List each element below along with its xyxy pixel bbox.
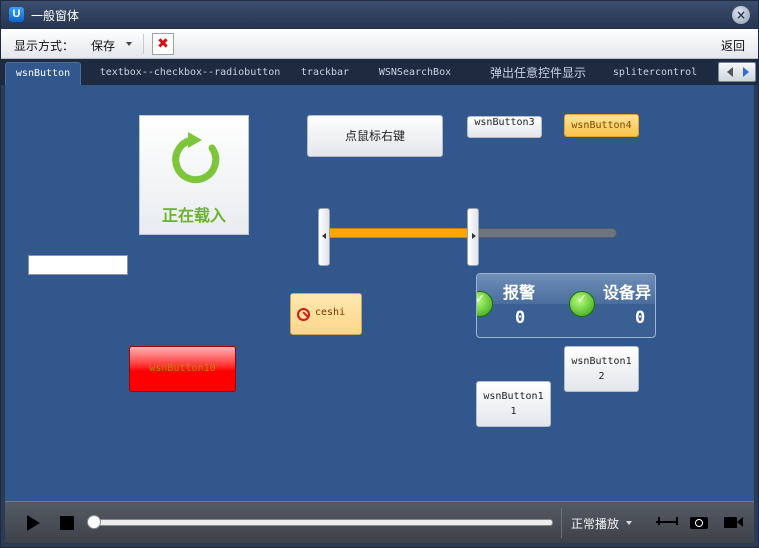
play-icon[interactable] <box>27 515 40 531</box>
trackbar-fill <box>325 228 475 238</box>
alarm-label: 报警 <box>503 283 536 302</box>
tab-bar: wsnButton textbox--checkbox--radiobutton… <box>1 59 758 85</box>
text-input[interactable] <box>28 255 128 275</box>
tab-splitercontrol[interactable]: splitercontrol <box>606 62 704 85</box>
tab-textbox-checkbox-radiobutton[interactable]: textbox--checkbox--radiobutton <box>93 62 287 85</box>
media-player-bar: 正常播放 <box>5 501 754 543</box>
loading-button[interactable]: 正在载入 <box>139 115 249 235</box>
arrow-right-icon[interactable] <box>743 67 749 77</box>
forbidden-icon <box>297 308 310 321</box>
device-abnormal-count: 0 <box>635 308 646 328</box>
chevron-down-icon[interactable] <box>626 521 632 525</box>
tab-wsnsearchbox[interactable]: WSNSearchBox <box>373 62 457 85</box>
progress-track[interactable] <box>88 519 553 526</box>
tab-wsnbutton[interactable]: wsnButton <box>5 62 81 85</box>
playback-mode-dropdown[interactable]: 正常播放 <box>571 515 619 532</box>
loading-text: 正在载入 <box>161 206 226 225</box>
save-dropdown[interactable]: 保存 <box>91 37 115 54</box>
wsn-button-10[interactable]: wsnButton10 <box>129 346 236 392</box>
toolbar: 显示方式： 保存 ✖ 返回 <box>1 29 758 59</box>
display-mode-label: 显示方式： <box>14 39 75 53</box>
player-divider <box>561 508 562 538</box>
wsn-button-12[interactable]: wsnButton1 2 <box>564 346 639 392</box>
toolbar-divider <box>143 34 144 54</box>
arrow-left-icon[interactable] <box>727 67 733 77</box>
check-icon: ✓ <box>569 291 595 317</box>
right-click-button[interactable]: 点鼠标右键 <box>307 115 443 157</box>
tab-trackbar[interactable]: trackbar <box>293 62 357 85</box>
close-icon[interactable]: ✖ <box>152 33 174 55</box>
tab-scroll-buttons[interactable] <box>718 62 756 82</box>
trackbar-max-handle[interactable] <box>467 208 479 266</box>
refresh-icon <box>172 132 220 184</box>
ceshi-label: ceshi <box>315 307 346 318</box>
trackbar-min-handle[interactable] <box>318 208 330 266</box>
alarm-count: 0 <box>515 308 526 328</box>
tab-popup-any-control[interactable]: 弹出任意控件显示 <box>485 62 591 85</box>
arrow-left-icon <box>322 233 326 239</box>
progress-knob[interactable] <box>87 515 101 529</box>
tab-content-panel: 正在载入 点鼠标右键 wsnButton3 wsnButton4 ✓ 报警 0 … <box>5 85 754 501</box>
stop-icon[interactable] <box>60 516 74 530</box>
back-button[interactable]: 返回 <box>721 37 745 54</box>
title-bar: U 一般窗体 × <box>1 1 758 29</box>
app-logo-icon: U <box>9 7 24 22</box>
main-window: U 一般窗体 × 显示方式： 保存 ✖ 返回 wsnButton textbox… <box>0 0 759 548</box>
wsn-button-3[interactable]: wsnButton3 <box>467 116 542 138</box>
window-title: 一般窗体 <box>31 9 80 23</box>
alarm-panel[interactable]: ✓ 报警 0 ✓ 设备异 0 <box>476 273 656 338</box>
fit-width-icon[interactable] <box>656 514 678 530</box>
video-icon[interactable] <box>724 514 744 530</box>
ceshi-button[interactable]: ceshi <box>290 293 362 335</box>
wsn-button-11[interactable]: wsnButton1 1 <box>476 381 551 427</box>
window-close-button[interactable]: × <box>732 6 750 24</box>
device-abnormal-label: 设备异 <box>603 283 652 302</box>
wsn-button-4[interactable]: wsnButton4 <box>564 114 639 137</box>
chevron-down-icon[interactable] <box>126 42 132 46</box>
arrow-right-icon <box>472 233 476 239</box>
camera-icon[interactable] <box>690 514 708 530</box>
